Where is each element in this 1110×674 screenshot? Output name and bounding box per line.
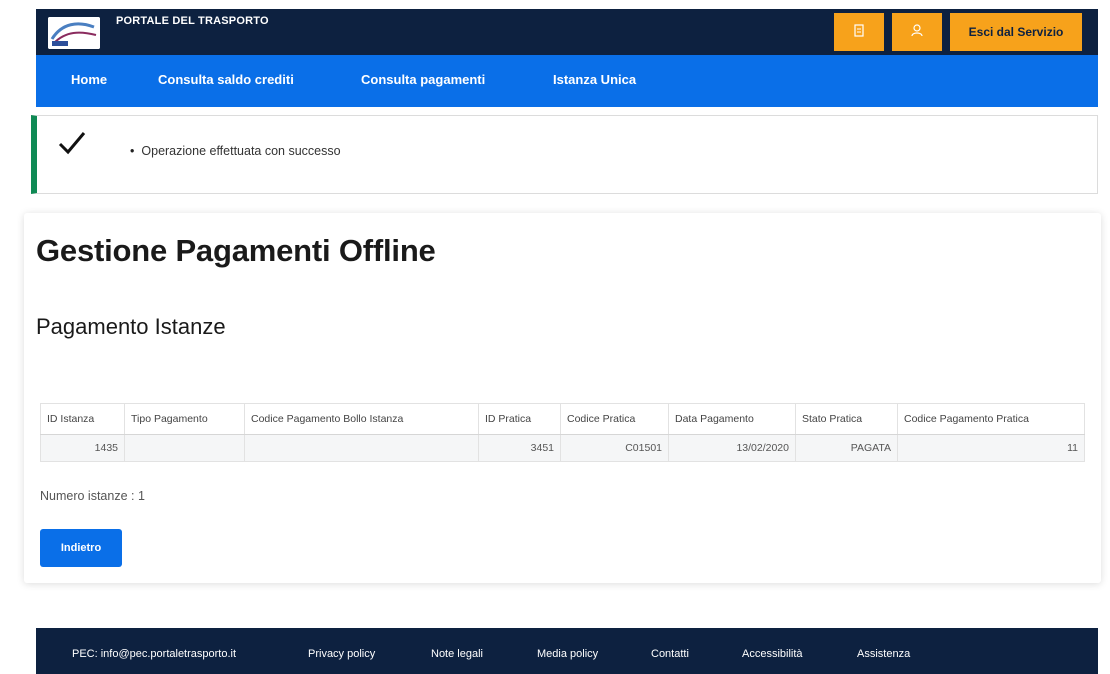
nav-item-consulta-pagamenti[interactable]: Consulta pagamenti [361,72,485,87]
column-header[interactable]: Stato Pratica [795,403,898,435]
column-header[interactable]: Data Pagamento [668,403,796,435]
site-title: PORTALE DEL TRASPORTO [116,15,269,27]
portal-logo[interactable] [48,17,100,49]
site-header: PORTALE DEL TRASPORTO Esci dal Servizio [36,9,1098,55]
alert-messages: Operazione effettuata con successo [130,144,340,158]
nav-item-consulta-saldo-crediti[interactable]: Consulta saldo crediti [158,72,294,87]
table-cell: C01501 [560,434,669,462]
user-icon [911,24,923,40]
alert-message: Operazione effettuata con successo [130,144,340,158]
footer-link-note-legali[interactable]: Note legali [431,648,483,660]
payments-table: ID Istanza Tipo Pagamento Codice Pagamen… [40,403,1085,462]
user-button[interactable] [892,13,942,51]
table-cell: 3451 [478,434,561,462]
instances-count: Numero istanze : 1 [40,489,145,503]
column-header[interactable]: Tipo Pagamento [124,403,245,435]
footer-link-privacy-policy[interactable]: Privacy policy [308,648,375,660]
section-title: Pagamento Istanze [36,314,226,339]
success-alert: Operazione effettuata con successo [31,115,1098,194]
back-button[interactable]: Indietro [40,529,122,567]
page-title: Gestione Pagamenti Offline [36,233,436,268]
table-cell [244,434,479,462]
table-cell [124,434,245,462]
table-cell: 11 [897,434,1085,462]
check-icon [57,130,87,162]
table-cell: PAGATA [795,434,898,462]
document-button[interactable] [834,13,884,51]
column-header[interactable]: Codice Pratica [560,403,669,435]
column-header[interactable]: Codice Pagamento Pratica [897,403,1085,435]
footer-link-contatti[interactable]: Contatti [651,648,689,660]
main-nav: Home Consulta saldo crediti Consulta pag… [36,55,1098,107]
exit-service-button[interactable]: Esci dal Servizio [950,13,1082,51]
nav-item-home[interactable]: Home [71,72,107,87]
footer-link-pec[interactable]: PEC: info@pec.portaletrasporto.it [72,648,236,660]
table-header-row: ID Istanza Tipo Pagamento Codice Pagamen… [40,403,1085,435]
table-row[interactable]: 1435 3451 C01501 13/02/2020 PAGATA 11 [40,434,1085,462]
column-header[interactable]: Codice Pagamento Bollo Istanza [244,403,479,435]
footer-link-media-policy[interactable]: Media policy [537,648,598,660]
column-header[interactable]: ID Istanza [40,403,125,435]
footer-link-assistenza[interactable]: Assistenza [857,648,910,660]
main-card: Gestione Pagamenti Offline Pagamento Ist… [24,213,1101,583]
nav-item-istanza-unica[interactable]: Istanza Unica [553,72,636,87]
table-cell: 13/02/2020 [668,434,796,462]
document-icon [854,24,864,40]
table-cell: 1435 [40,434,125,462]
column-header[interactable]: ID Pratica [478,403,561,435]
footer-link-accessibilita[interactable]: Accessibilità [742,648,803,660]
site-footer: PEC: info@pec.portaletrasporto.it Privac… [36,628,1098,674]
